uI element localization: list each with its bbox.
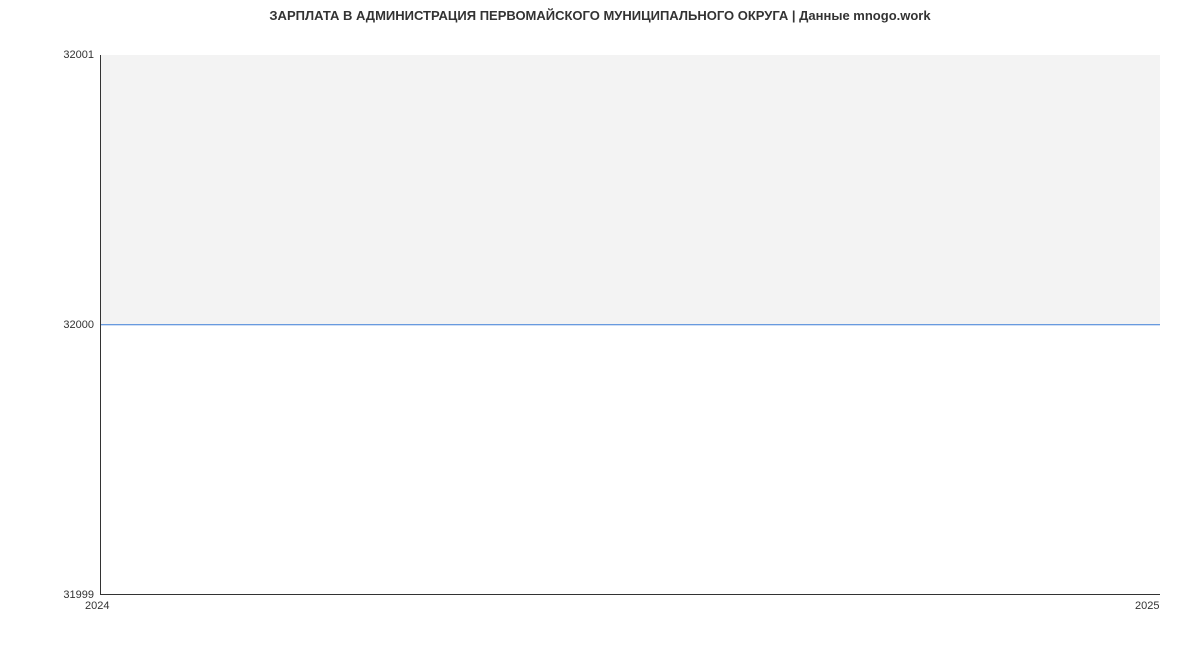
area-fill bbox=[101, 55, 1160, 325]
plot-area bbox=[100, 55, 1160, 595]
series-line bbox=[101, 324, 1160, 325]
x-tick-right: 2025 bbox=[1135, 600, 1159, 612]
chart-title: ЗАРПЛАТА В АДМИНИСТРАЦИЯ ПЕРВОМАЙСКОГО М… bbox=[0, 8, 1200, 23]
y-tick-top: 32001 bbox=[63, 49, 94, 61]
y-tick-mid: 32000 bbox=[63, 319, 94, 331]
x-tick-left: 2024 bbox=[85, 600, 109, 612]
